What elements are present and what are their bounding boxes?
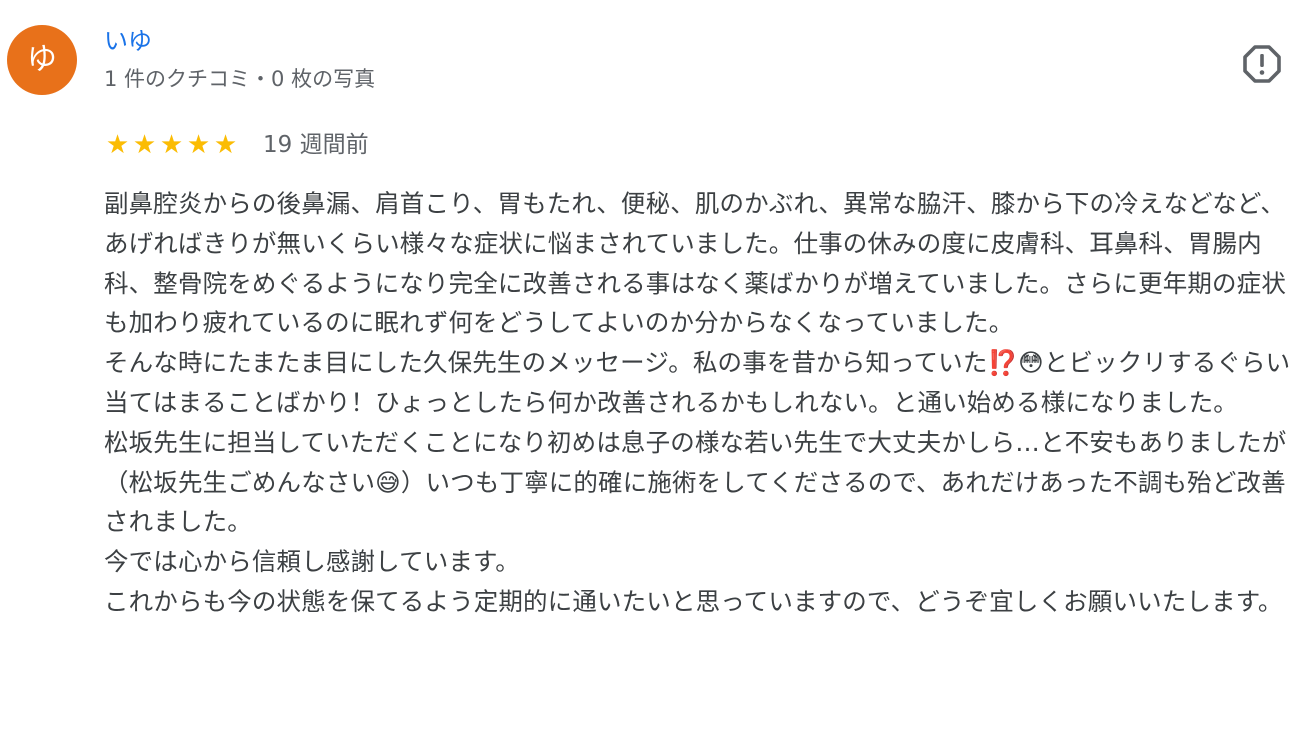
star-icon: ★: [213, 130, 238, 160]
star-icon: ★: [159, 130, 184, 160]
review-paragraph: 今では心から信頼し感謝しています。: [104, 547, 520, 577]
author-name-link[interactable]: いゆ: [104, 24, 152, 58]
review-paragraph: そんな時にたまたま目にした久保先生のメッセージ。私の事を昔から知っていた⁉️😳と…: [104, 348, 1291, 417]
report-button[interactable]: [1242, 44, 1282, 84]
review-paragraph: これからも今の状態を保てるよう定期的に通いたいと思っていますので、どうぞ宜しくお…: [104, 586, 1283, 616]
avatar[interactable]: ゆ: [7, 25, 77, 95]
star-icon: ★: [186, 130, 211, 160]
review-paragraph: 松坂先生に担当していただくことになり初めは息子の様な若い先生で大丈夫かしら…と不…: [104, 427, 1287, 537]
rating-row: ★ ★ ★ ★ ★ 19 週間前: [104, 128, 369, 162]
star-icon: ★: [132, 130, 157, 160]
review-card: ゆ いゆ 1 件のクチコミ・0 枚の写真 ★ ★ ★ ★ ★ 19 週間前 副鼻…: [0, 0, 1308, 754]
review-paragraph: 副鼻腔炎からの後鼻漏、肩首こり、胃もたれ、便秘、肌のかぶれ、異常な脇汗、膝から下…: [104, 189, 1286, 338]
review-time: 19 週間前: [263, 132, 369, 158]
avatar-letter: ゆ: [27, 42, 57, 77]
star-rating: ★ ★ ★ ★ ★: [104, 128, 239, 162]
review-text: 副鼻腔炎からの後鼻漏、肩首こり、胃もたれ、便秘、肌のかぶれ、異常な脇汗、膝から下…: [104, 184, 1300, 622]
author-stats: 1 件のクチコミ・0 枚の写真: [104, 67, 376, 91]
report-flag-icon: [1242, 44, 1282, 84]
star-icon: ★: [105, 130, 130, 160]
